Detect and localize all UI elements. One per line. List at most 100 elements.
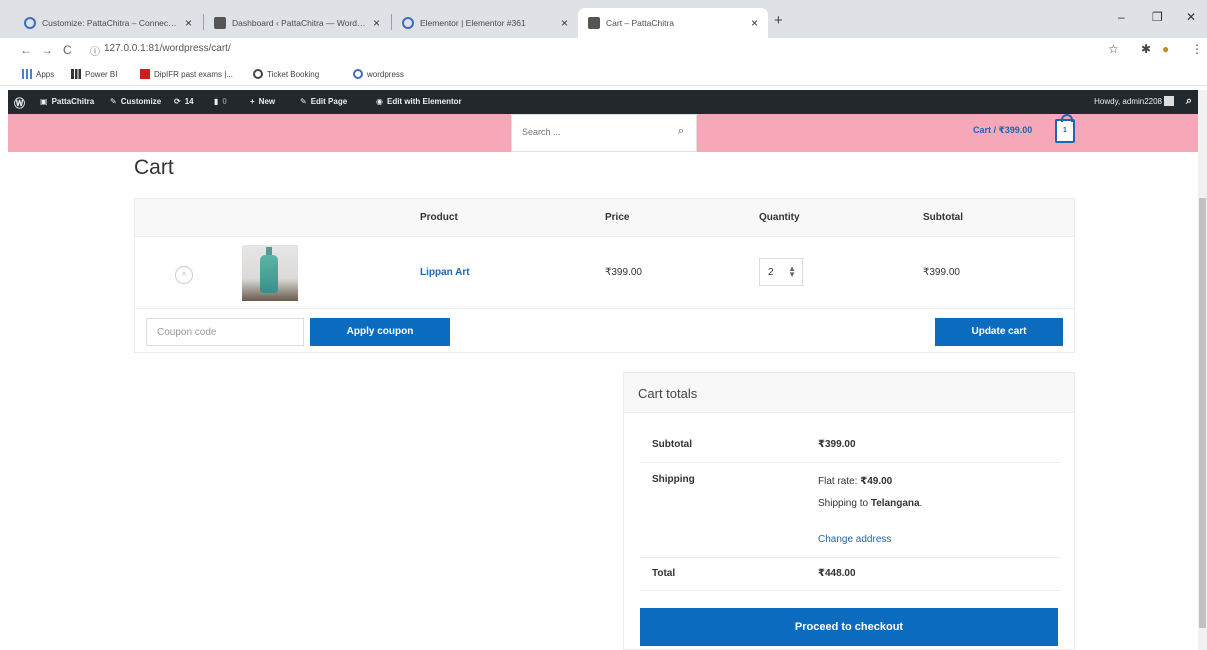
- restore-icon[interactable]: ❐: [1152, 10, 1163, 24]
- dashboard-icon: ▣: [40, 97, 48, 106]
- site-info-icon[interactable]: ⓘ: [90, 43, 100, 58]
- bookmark-label: Power BI: [85, 69, 118, 79]
- search-input[interactable]: [522, 127, 662, 137]
- update-cart-button[interactable]: Update cart: [935, 318, 1063, 346]
- close-icon[interactable]: ×: [185, 16, 192, 30]
- tab-title: Customize: PattaChitra – Connec…: [42, 18, 177, 28]
- admin-new[interactable]: + New: [250, 97, 275, 106]
- admin-search-icon[interactable]: ⌕: [1186, 95, 1192, 108]
- bookmark-wordpress[interactable]: wordpress: [353, 69, 404, 79]
- page-title: Cart: [134, 156, 174, 179]
- close-icon[interactable]: ×: [751, 16, 758, 30]
- browser-tab-dashboard[interactable]: Dashboard ‹ PattaChitra — Word… ×: [204, 8, 390, 38]
- reload-icon[interactable]: C: [63, 43, 72, 57]
- cart-bag-icon[interactable]: 1: [1055, 114, 1075, 143]
- total-label: Total: [652, 568, 676, 579]
- shipping-to-suffix: .: [919, 498, 923, 509]
- menu-dots-icon[interactable]: ⋮: [1191, 42, 1203, 56]
- plus-icon: +: [250, 97, 255, 106]
- search-icon[interactable]: ⌕: [678, 125, 684, 138]
- browser-tab-cart[interactable]: Cart – PattaChitra ×: [578, 8, 768, 38]
- admin-customize[interactable]: ✎ Customize: [110, 97, 161, 106]
- remove-item-button[interactable]: ×: [175, 266, 193, 284]
- cart-totals-header: Cart totals: [624, 373, 1074, 413]
- bookmark-label: Apps: [36, 69, 55, 79]
- power-bi-icon: [71, 69, 81, 79]
- bookmark-power-bi[interactable]: Power BI: [71, 69, 117, 79]
- wordpress-logo-icon[interactable]: Ⓦ: [14, 95, 25, 111]
- admin-site-name[interactable]: ▣ PattaChitra: [40, 97, 94, 106]
- wordpress-icon: [24, 17, 36, 29]
- user-avatar[interactable]: [1164, 96, 1174, 106]
- extensions-icon[interactable]: ✱: [1141, 42, 1151, 56]
- apply-coupon-button[interactable]: Apply coupon: [310, 318, 450, 346]
- brush-icon: ✎: [110, 97, 117, 106]
- shipping-to-prefix: Shipping to: [818, 498, 871, 509]
- elementor-icon: ◉: [376, 97, 383, 106]
- cart-totals-panel: Cart totals Subtotal ₹399.00 Shipping Fl…: [623, 372, 1075, 650]
- bookmark-apps[interactable]: Apps: [22, 69, 54, 79]
- totals-divider: [640, 462, 1060, 463]
- forward-arrow-icon[interactable]: →: [41, 43, 53, 57]
- minimize-icon[interactable]: –: [1118, 10, 1125, 24]
- wordpress-icon: [353, 69, 363, 79]
- close-icon[interactable]: ×: [373, 16, 380, 30]
- wp-admin-bar: Ⓦ ▣ PattaChitra ✎ Customize ⟳ 14 ▮ 0 + N…: [8, 90, 1198, 114]
- product-name-link[interactable]: Lippan Art: [420, 267, 470, 278]
- close-icon[interactable]: ×: [561, 16, 568, 30]
- bookmark-dipifr[interactable]: DipIFR past exams |...: [140, 69, 233, 79]
- bookmark-red-icon: [140, 69, 150, 79]
- totals-divider: [640, 590, 1060, 591]
- tab-title: Cart – PattaChitra: [606, 18, 675, 28]
- header-subtotal: Subtotal: [923, 212, 963, 223]
- updates-count: 14: [184, 97, 194, 106]
- totals-divider: [640, 557, 1060, 558]
- coupon-code-input[interactable]: Coupon code: [146, 318, 304, 346]
- star-bookmark-icon[interactable]: ☆: [1108, 42, 1119, 56]
- flat-rate-line: Flat rate: ₹49.00: [818, 476, 892, 487]
- total-value: ₹448.00: [818, 568, 856, 579]
- browser-tab-customize[interactable]: Customize: PattaChitra – Connec… ×: [14, 8, 202, 38]
- cart-totals-title: Cart totals: [638, 386, 698, 401]
- browser-tab-strip: Customize: PattaChitra – Connec… × Dashb…: [0, 0, 1207, 38]
- bookmarks-bar: Apps Power BI DipIFR past exams |... Tic…: [0, 64, 1207, 86]
- address-bar-row: ← → C ⓘ 127.0.0.1:81/wordpress/cart/ ☆ ✱…: [0, 38, 1207, 64]
- tab-title: Dashboard ‹ PattaChitra — Word…: [232, 18, 366, 28]
- admin-howdy[interactable]: Howdy, admin2208: [1094, 97, 1162, 106]
- proceed-to-checkout-button[interactable]: Proceed to checkout: [640, 608, 1058, 646]
- bookmark-label: Ticket Booking: [267, 69, 320, 79]
- admin-edit-elementor[interactable]: ◉ Edit with Elementor: [376, 97, 462, 106]
- browser-tab-elementor[interactable]: Elementor | Elementor #361 ×: [392, 8, 578, 38]
- header-quantity: Quantity: [759, 212, 800, 223]
- quantity-stepper[interactable]: 2 ▲ ▼: [759, 258, 803, 286]
- change-address-link[interactable]: Change address: [818, 534, 891, 545]
- product-thumbnail[interactable]: [242, 245, 298, 301]
- admin-edit-page[interactable]: ✎ Edit Page: [300, 97, 347, 106]
- edit-page-label: Edit Page: [310, 97, 348, 106]
- bookmark-ticket-booking[interactable]: Ticket Booking: [253, 69, 319, 79]
- product-search-box: ⌕: [511, 114, 697, 152]
- url-field[interactable]: 127.0.0.1:81/wordpress/cart/: [104, 43, 231, 54]
- comment-icon: ▮: [214, 97, 219, 106]
- header-cart-link[interactable]: Cart / ₹399.00: [973, 125, 1032, 136]
- site-name-label: PattaChitra: [51, 97, 95, 106]
- comments-count: 0: [222, 97, 227, 106]
- back-arrow-icon[interactable]: ←: [20, 43, 32, 57]
- admin-comments[interactable]: ▮ 0: [214, 97, 227, 106]
- window-close-icon[interactable]: ✕: [1186, 10, 1196, 24]
- admin-updates[interactable]: ⟳ 14: [174, 97, 194, 106]
- customize-label: Customize: [120, 97, 162, 106]
- edit-elementor-label: Edit with Elementor: [386, 97, 462, 106]
- cart-table-header: Product Price Quantity Subtotal: [135, 199, 1074, 237]
- product-price: ₹399.00: [605, 267, 642, 278]
- bottle-body: [260, 255, 278, 293]
- apps-grid-icon: [22, 69, 32, 79]
- updates-icon: ⟳: [174, 97, 181, 106]
- dashboard-icon: [214, 17, 226, 29]
- bookmark-label: DipIFR past exams |...: [154, 69, 233, 79]
- new-tab-icon[interactable]: +: [774, 12, 783, 29]
- spinner-arrows-icon[interactable]: ▲ ▼: [788, 265, 796, 279]
- scrollbar-thumb[interactable]: [1199, 198, 1206, 628]
- profile-avatar-icon[interactable]: ●: [1162, 42, 1169, 56]
- header-price: Price: [605, 212, 630, 223]
